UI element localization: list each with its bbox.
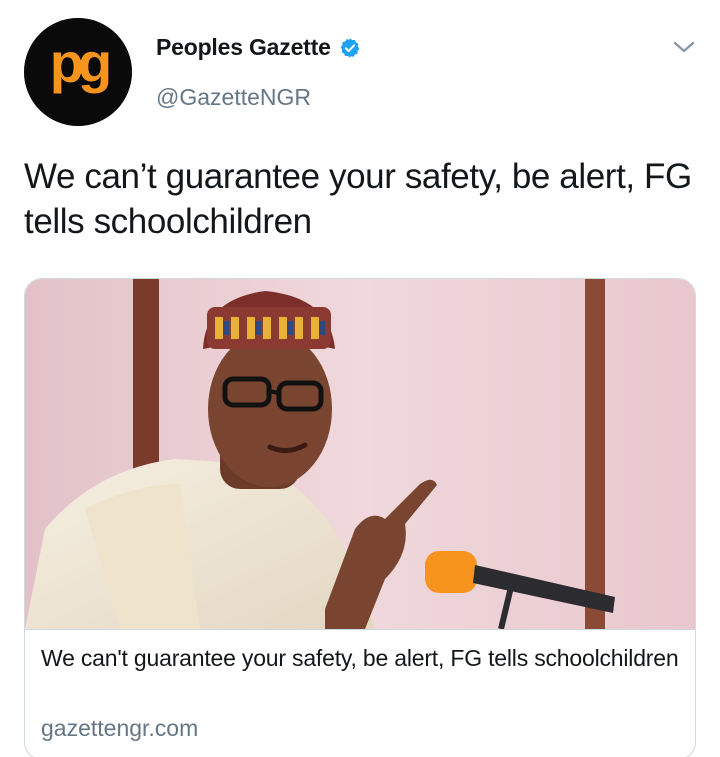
avatar[interactable]: pg [24, 18, 132, 126]
tweet: pg Peoples Gazette @GazetteNGR We can’t … [0, 0, 720, 757]
svg-text:pg: pg [50, 31, 109, 94]
card-title[interactable]: We can't guarantee your safety, be alert… [41, 643, 681, 674]
verified-badge-icon [339, 37, 361, 59]
card-domain[interactable]: gazettengr.com [41, 715, 198, 742]
chevron-down-icon[interactable] [672, 38, 696, 56]
peoples-gazette-logo: pg [24, 18, 132, 126]
display-name[interactable]: Peoples Gazette [156, 34, 331, 61]
name-row: Peoples Gazette [156, 34, 361, 61]
card-image[interactable] [25, 279, 695, 630]
card-photo [25, 279, 695, 629]
tweet-text: We can’t guarantee your safety, be alert… [24, 157, 692, 241]
link-card[interactable]: We can't guarantee your safety, be alert… [24, 278, 696, 757]
user-handle[interactable]: @GazetteNGR [156, 84, 311, 111]
